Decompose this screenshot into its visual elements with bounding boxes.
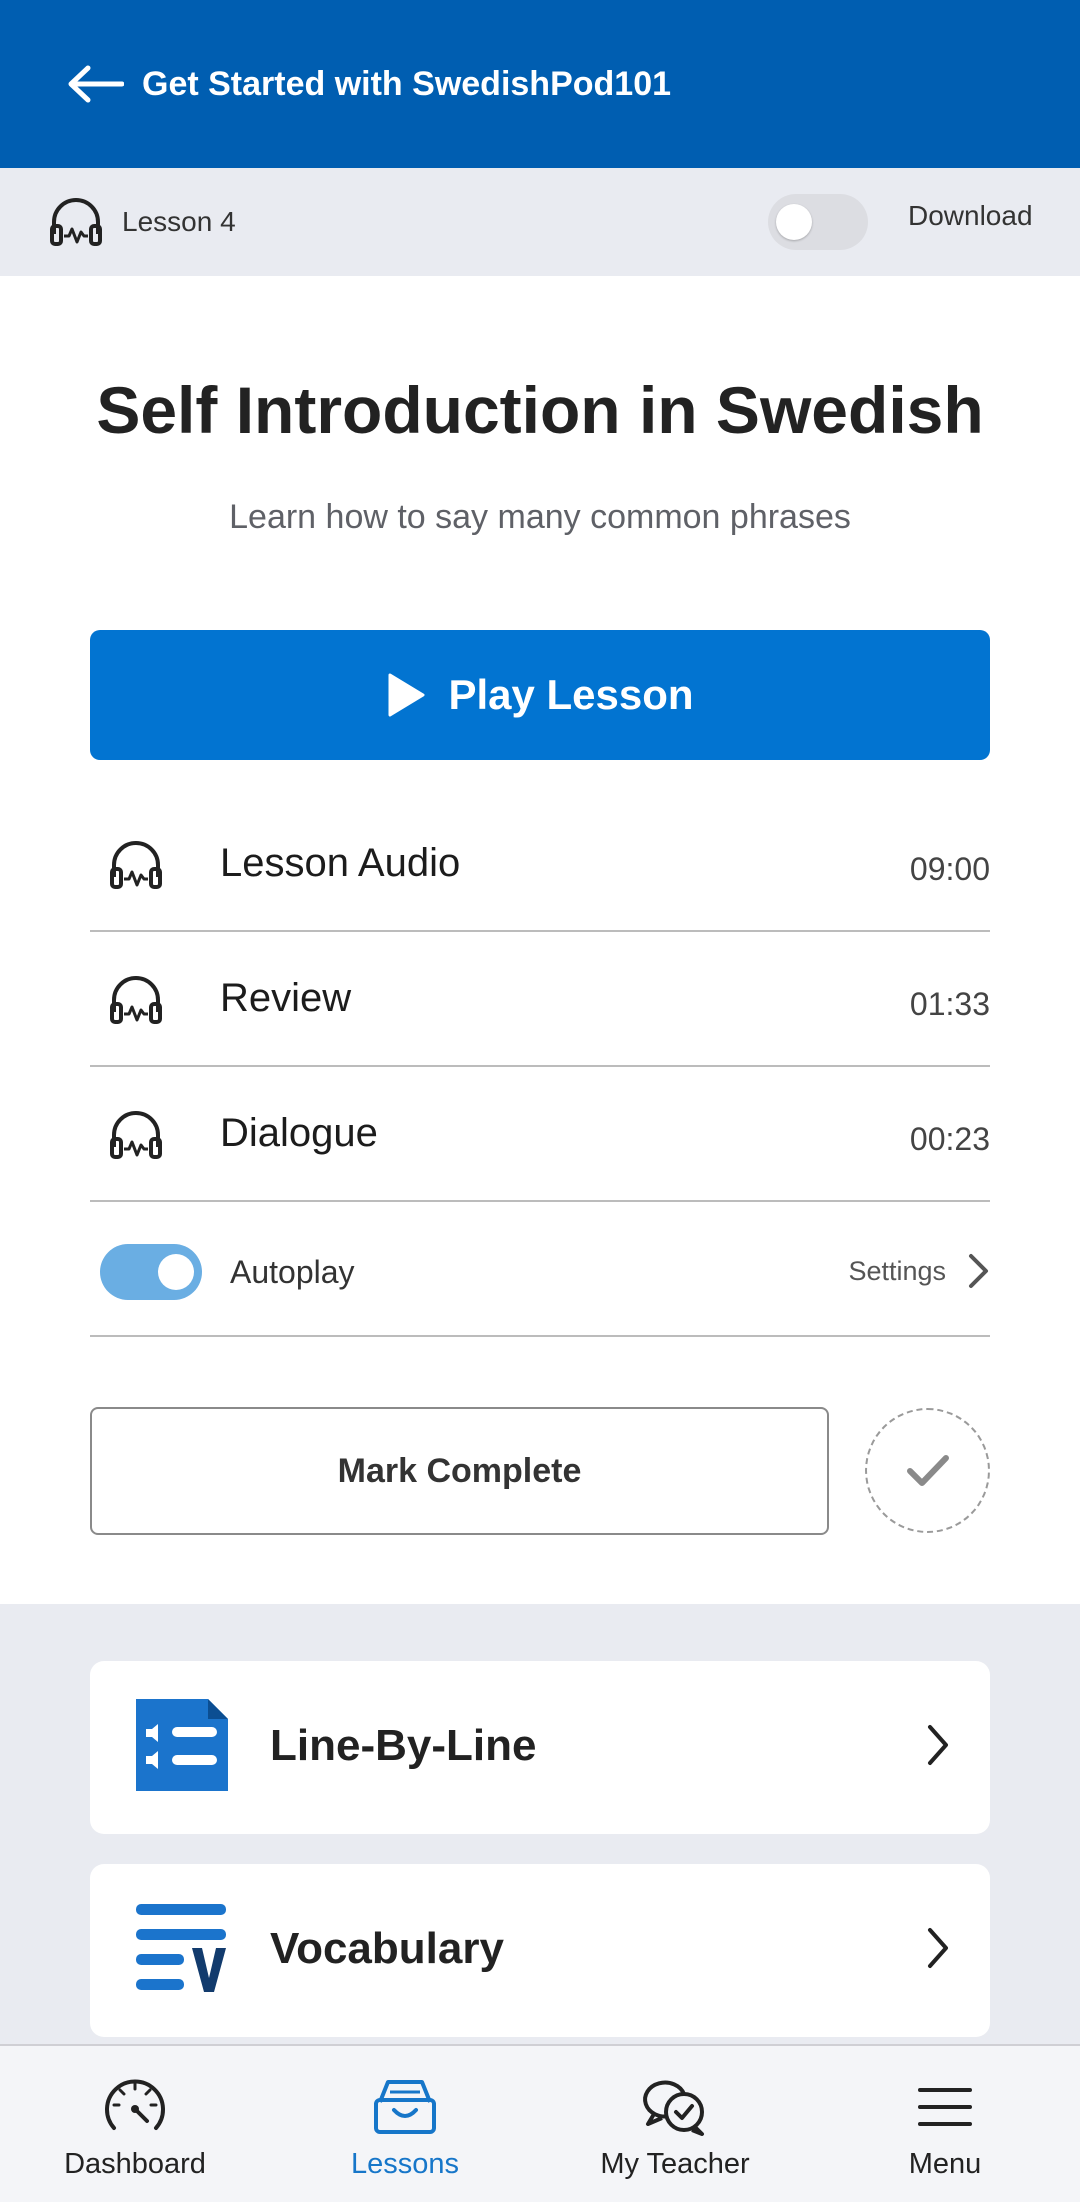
track-duration: 09:00 <box>909 851 990 887</box>
line-by-line-card[interactable]: Line-By-Line <box>90 1661 990 1834</box>
dashboard-gauge-icon <box>105 2079 165 2130</box>
lesson-title: Self Introduction in Swedish <box>96 373 984 447</box>
mark-complete-button[interactable]: Mark Complete <box>90 1407 829 1535</box>
card-label: Line-By-Line <box>270 1721 537 1770</box>
hamburger-menu-icon <box>918 2088 972 2126</box>
track-name: Lesson Audio <box>220 841 461 885</box>
study-tools-section: Line-By-Line Vocabulary <box>0 1604 1080 2044</box>
headphones-icon <box>50 198 102 246</box>
play-lesson-label: Play Lesson <box>448 671 694 718</box>
autoplay-label: Autoplay <box>230 1254 355 1290</box>
lesson-subtitle: Learn how to say many common phrases <box>229 498 851 536</box>
app-root: Get Started with SwedishPod101 Lesson 4 … <box>0 0 1080 2202</box>
chevron-right-icon <box>928 1725 948 1765</box>
lesson-number: Lesson 4 <box>122 206 236 237</box>
toggle-knob <box>776 204 812 240</box>
toggle-knob <box>158 1254 194 1290</box>
audio-row-dialogue[interactable]: Dialogue 00:23 <box>90 1067 990 1202</box>
chevron-right-icon <box>969 1254 988 1288</box>
arrow-left-icon <box>68 65 124 103</box>
settings-link[interactable]: Settings <box>848 1246 990 1296</box>
nav-item-my-teacher[interactable]: My Teacher <box>540 2046 810 2202</box>
play-lesson-button[interactable]: Play Lesson <box>90 630 990 760</box>
settings-label: Settings <box>848 1255 946 1286</box>
lessons-box-icon <box>374 2080 436 2134</box>
checkmark-icon <box>906 1454 949 1486</box>
autoplay-row: Autoplay Settings <box>90 1202 990 1337</box>
audio-row-lesson-audio[interactable]: Lesson Audio 09:00 <box>90 797 990 932</box>
back-button[interactable] <box>50 39 140 129</box>
card-label: Vocabulary <box>270 1924 504 1973</box>
nav-label: My Teacher <box>600 2148 750 2180</box>
track-duration: 00:23 <box>909 1121 990 1157</box>
track-name: Review <box>220 976 352 1020</box>
lesson-subbar: Lesson 4 Download <box>0 168 1080 276</box>
line-by-line-icon <box>136 1699 228 1791</box>
headphones-icon <box>110 976 162 1024</box>
play-icon <box>388 673 425 717</box>
top-app-bar: Get Started with SwedishPod101 <box>0 0 1080 168</box>
vocabulary-card[interactable]: Vocabulary <box>90 1864 990 2037</box>
nav-item-dashboard[interactable]: Dashboard <box>0 2046 270 2202</box>
chat-bubbles-icon <box>643 2080 704 2136</box>
download-label: Download <box>908 200 1033 231</box>
autoplay-toggle[interactable] <box>100 1244 202 1300</box>
headphones-icon <box>110 1111 162 1159</box>
nav-item-lessons[interactable]: Lessons <box>270 2046 540 2202</box>
track-name: Dialogue <box>220 1111 378 1155</box>
headphones-icon <box>110 841 162 889</box>
nav-label: Menu <box>908 2148 982 2180</box>
bottom-navigation: Dashboard Lessons My Teacher Menu <box>0 2044 1080 2202</box>
nav-label: Dashboard <box>64 2148 206 2180</box>
chevron-right-icon <box>928 1928 948 1968</box>
page-title: Get Started with SwedishPod101 <box>142 64 672 103</box>
complete-check-button[interactable] <box>865 1408 990 1533</box>
nav-item-menu[interactable]: Menu <box>810 2046 1080 2202</box>
track-duration: 01:33 <box>909 986 990 1022</box>
audio-row-review[interactable]: Review 01:33 <box>90 932 990 1067</box>
nav-label: Lessons <box>350 2148 459 2180</box>
download-toggle[interactable] <box>768 194 868 250</box>
mark-complete-label: Mark Complete <box>337 1451 582 1490</box>
vocabulary-icon <box>136 1904 226 1992</box>
